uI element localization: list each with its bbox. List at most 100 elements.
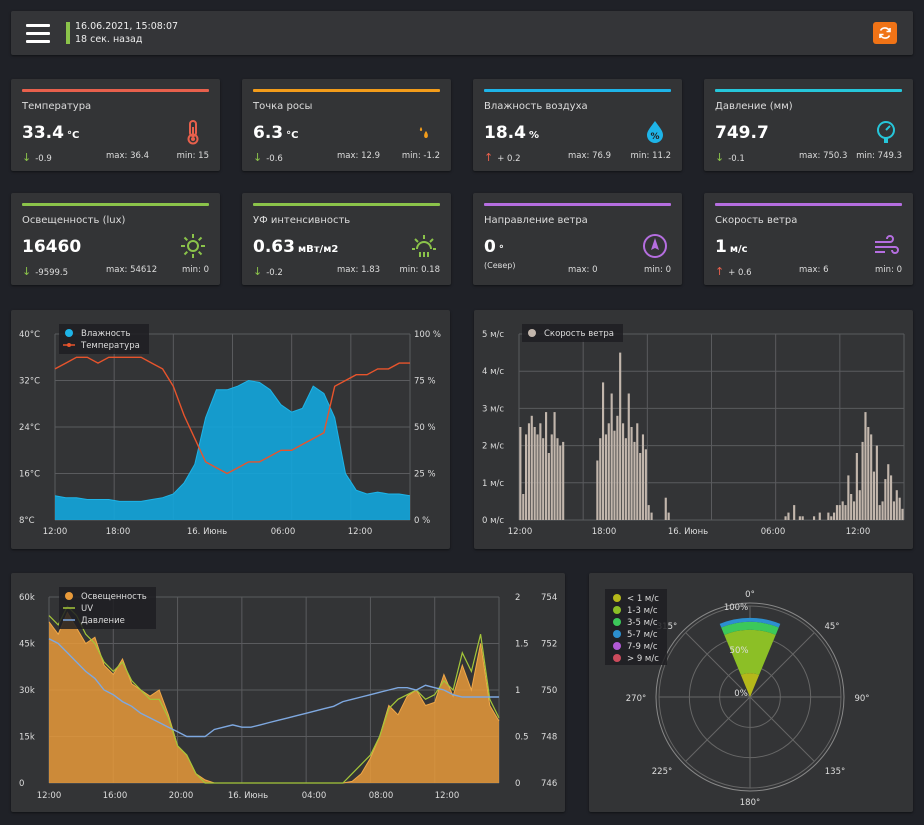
refresh-button[interactable] (873, 22, 897, 44)
card-value: 749.7 (715, 123, 769, 143)
sensor-card-humidity[interactable]: Влажность воздуха 18.4% % ↑ + 0.2 max: 76… (473, 79, 682, 171)
x-tick-label: 16. Июнь (668, 527, 708, 537)
wind-speed-bar (853, 501, 856, 520)
humidity-temperature-chart[interactable]: 40°C 32°C 24°C 16°C 8°C 100 % 75 % 50 % 25 % 0 % 1… (11, 310, 450, 549)
card-trend: (Север) (484, 261, 516, 270)
legend-marker (613, 630, 621, 638)
light-uv-pressure-chart[interactable]: 60k 45k 30k 15k 0 2 1.5 1 0.5 0 754 752 750 748 746 12:… (11, 573, 565, 812)
y-tick-label: 40°C (19, 330, 40, 340)
y-tick-label: 0 (19, 779, 24, 789)
radial-tick-label: 100% (724, 603, 748, 613)
card-min: min: 0 (643, 265, 671, 275)
wind-speed-bar (855, 453, 858, 520)
card-trend: ↓ -9599.5 (22, 265, 69, 278)
card-min: min: -1.2 (401, 151, 440, 161)
y-tick-label: 748 (541, 733, 557, 743)
card-max: max: 54612 (106, 265, 158, 275)
wind-speed-bar (847, 475, 850, 520)
humidity-temperature-chart-panel: 40°C 32°C 24°C 16°C 8°C 100 % 75 % 50 % 25 % 0 % 1… (11, 310, 450, 549)
sensor-card-compass[interactable]: Направление ветра 0 ° (Север) max: 0 min:… (473, 193, 682, 285)
angle-tick-label: 270° (626, 694, 646, 704)
y-tick-label: 750 (541, 686, 557, 696)
wind-speed-bar (875, 445, 878, 520)
card-min: min: 15 (176, 151, 209, 161)
menu-icon[interactable] (26, 24, 50, 44)
wind-speed-bar (861, 441, 864, 520)
card-value: 18.4% (484, 123, 539, 143)
wind-speed-bar (664, 497, 667, 520)
trend-arrow-icon: ↓ (715, 151, 725, 164)
x-tick-label: 12:00 (348, 527, 373, 537)
trend-arrow-icon: ↑ (715, 265, 725, 278)
wind-speed-bar (830, 516, 833, 520)
wind-speed-bar (887, 464, 890, 520)
legend-item: Скорость ветра (544, 329, 614, 339)
update-info: 16.06.2021, 15:08:07 18 сек. назад (75, 20, 178, 46)
card-min: min: 749.3 (856, 151, 902, 161)
wind-speed-bar (553, 412, 556, 520)
wind-speed-chart[interactable]: 5 м/с 4 м/с 3 м/с 2 м/с 1 м/с 0 м/с 12:00 18:00… (474, 310, 913, 549)
refresh-icon (879, 27, 891, 39)
trend-arrow-icon: ↑ (484, 151, 494, 164)
trend-arrow-icon: ↓ (253, 265, 263, 278)
card-trend: ↓ -0.2 (253, 265, 283, 278)
x-tick-label: 12:00 (508, 527, 533, 537)
wind-speed-bar (872, 471, 876, 520)
wind-speed-bar (613, 430, 616, 520)
x-tick-label: 18:00 (592, 527, 617, 537)
card-max: max: 6 (799, 265, 829, 275)
legend-marker (613, 654, 621, 662)
card-unit: % (528, 130, 539, 141)
y-tick-label: 1.5 (515, 640, 529, 650)
y-tick-label: 30k (19, 686, 35, 696)
wind-speed-bar (835, 505, 839, 520)
card-accent-stripe (253, 89, 440, 92)
wind-speed-bar (616, 415, 619, 520)
legend-item: Освещенность (81, 592, 147, 602)
card-min: min: 0 (874, 265, 902, 275)
wind-speed-bar (895, 490, 898, 520)
wind-speed-bar (556, 438, 559, 520)
card-unit: ° (498, 244, 504, 255)
y-tick-label: 24°C (19, 423, 40, 433)
wind-speed-bar (547, 453, 550, 520)
sensor-card-pressure-gauge[interactable]: Давление (мм) 749.7 ↓ -0.1 max: 750.3 min… (704, 79, 913, 171)
wind-speed-chart-panel: 5 м/с 4 м/с 3 м/с 2 м/с 1 м/с 0 м/с 12:00 18:00… (474, 310, 913, 549)
legend-marker (613, 642, 621, 650)
card-accent-stripe (484, 89, 671, 92)
card-accent-stripe (253, 203, 440, 206)
sensor-card-thermometer[interactable]: Температура 33.4 °C ↓ -0.9 max: 36.4 min: … (11, 79, 220, 171)
wind-speed-bar (644, 449, 647, 520)
wind-speed-bar (793, 505, 796, 520)
legend-item: 5-7 м/с (627, 630, 658, 640)
sensor-card-uv[interactable]: УФ интенсивность 0.63 мВт/м2 ↓ -0.2 max: 1… (242, 193, 451, 285)
y-tick-label: 752 (541, 640, 557, 650)
card-accent-stripe (715, 203, 902, 206)
wind-speed-bar (624, 438, 627, 520)
wind-speed-bar (864, 412, 867, 520)
pressure-gauge-icon (873, 119, 899, 145)
wind-speed-bar (619, 352, 622, 520)
angle-tick-label: 135° (825, 767, 845, 777)
legend-item: Давление (81, 616, 125, 626)
y-tick-label: 2 (515, 593, 520, 603)
wind-speed-bar (596, 460, 599, 520)
light-uv-pressure-chart-panel: 60k 45k 30k 15k 0 2 1.5 1 0.5 0 754 752 750 748 746 12:… (11, 573, 565, 812)
y-tick-label: 16°C (19, 470, 40, 480)
sensor-card-dew-point[interactable]: Точка росы 6.3 °C ↓ -0.6 max: 12.9 min: -1… (242, 79, 451, 171)
wind-rose-panel: 0°45°90°135°180°225°270°315°100%50%0%< 1… (589, 573, 913, 812)
sensor-card-wind[interactable]: Скорость ветра 1 м/с ↑ + 0.6 max: 6 min: 0 (704, 193, 913, 285)
wind-speed-bar (892, 501, 896, 520)
wind-speed-bar (890, 475, 893, 520)
wind-rose-chart[interactable]: 0°45°90°135°180°225°270°315°100%50%0%< 1… (589, 573, 913, 812)
angular-grid-line (749, 696, 815, 762)
legend-marker (613, 594, 621, 602)
card-max: max: 76.9 (568, 151, 612, 161)
x-tick-label: 06:00 (761, 527, 786, 537)
radial-tick-label: 0% (734, 689, 748, 699)
update-datetime: 16.06.2021, 15:08:07 (75, 21, 179, 32)
wind-speed-bar (838, 505, 841, 520)
card-title: Точка росы (253, 101, 313, 112)
sensor-card-sun[interactable]: Освещенность (lux) 16460 ↓ -9599.5 max: 5… (11, 193, 220, 285)
wind-speed-bar (813, 516, 816, 520)
